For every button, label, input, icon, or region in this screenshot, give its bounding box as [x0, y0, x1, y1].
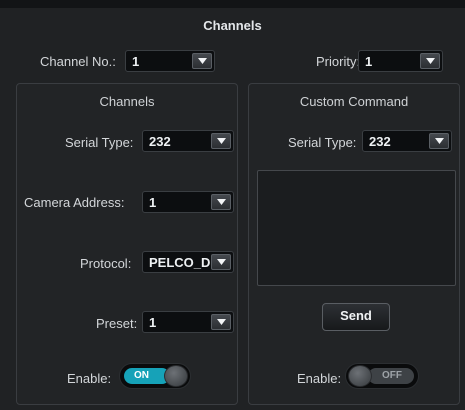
toggle-state-label: OFF [382, 370, 402, 381]
chevron-down-icon [217, 199, 226, 205]
serial-type-label: Serial Type: [65, 135, 134, 150]
preset-label: Preset: [96, 316, 138, 331]
priority-value: 1 [365, 54, 373, 69]
toggle-state-label: ON [134, 370, 149, 381]
chevron-down-icon [426, 58, 435, 64]
protocol-label: Protocol: [80, 256, 132, 271]
channel-no-select[interactable]: 1 [125, 50, 215, 72]
chevron-down-icon [217, 259, 226, 265]
priority-select[interactable]: 1 [358, 50, 443, 72]
custom-serial-type-select[interactable]: 232 [362, 130, 452, 152]
camera-address-select[interactable]: 1 [142, 191, 234, 213]
preset-value: 1 [149, 315, 157, 330]
protocol-dropdown-button[interactable] [211, 254, 231, 270]
camera-address-dropdown-button[interactable] [211, 194, 231, 210]
top-strip [0, 0, 465, 8]
chevron-down-icon [435, 138, 444, 144]
custom-command-panel-title: Custom Command [299, 94, 409, 109]
custom-enable-label: Enable: [297, 371, 342, 386]
chevron-down-icon [217, 319, 226, 325]
channel-no-label: Channel No.: [40, 54, 116, 69]
protocol-value: PELCO_D [149, 255, 211, 270]
channels-panel-title: Channels [99, 94, 155, 109]
camera-address-label: Camera Address: [24, 195, 125, 210]
custom-command-textarea[interactable] [257, 170, 456, 286]
priority-dropdown-button[interactable] [420, 53, 440, 69]
preset-dropdown-button[interactable] [211, 314, 231, 330]
enable-toggle[interactable]: ON [119, 363, 191, 389]
custom-enable-toggle[interactable]: OFF [345, 363, 419, 389]
enable-label: Enable: [67, 371, 112, 386]
custom-serial-type-dropdown-button[interactable] [429, 133, 449, 149]
custom-serial-type-label: Serial Type: [288, 135, 357, 150]
channel-no-dropdown-button[interactable] [192, 53, 212, 69]
chevron-down-icon [198, 58, 207, 64]
serial-type-select[interactable]: 232 [142, 130, 234, 152]
page-title: Channels [203, 18, 262, 33]
serial-type-dropdown-button[interactable] [211, 133, 231, 149]
chevron-down-icon [217, 138, 226, 144]
camera-address-value: 1 [149, 195, 157, 210]
send-button[interactable]: Send [322, 303, 390, 331]
channel-no-value: 1 [132, 54, 140, 69]
protocol-select[interactable]: PELCO_D [142, 251, 234, 273]
toggle-knob[interactable] [348, 365, 372, 387]
custom-serial-type-value: 232 [369, 134, 391, 149]
preset-select[interactable]: 1 [142, 311, 234, 333]
channels-window: Channels Channel No.: 1 Priority: 1 Chan… [0, 0, 465, 410]
toggle-knob[interactable] [164, 365, 188, 387]
serial-type-value: 232 [149, 134, 171, 149]
priority-label: Priority: [316, 54, 361, 69]
